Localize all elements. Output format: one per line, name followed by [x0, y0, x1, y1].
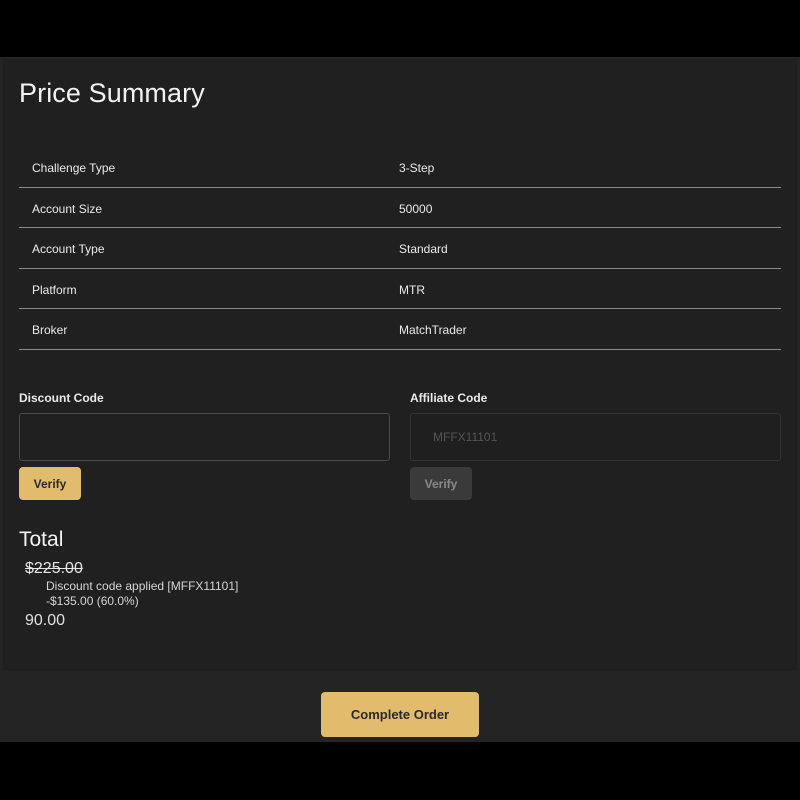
summary-table: Challenge Type 3-Step Account Size 50000… [19, 147, 781, 350]
summary-label: Broker [32, 323, 68, 338]
original-price: $225.00 [25, 560, 83, 577]
discount-amount-text: -$135.00 (60.0%) [46, 594, 139, 608]
summary-value: 50000 [399, 201, 433, 216]
summary-value: Standard [399, 242, 448, 257]
summary-label: Platform [32, 282, 77, 297]
summary-value: MTR [399, 282, 425, 297]
affiliate-verify-button: Verify [410, 467, 472, 500]
discount-applied-text: Discount code applied [MFFX11101] [46, 579, 239, 593]
affiliate-code-input [410, 413, 781, 461]
summary-value: 3-Step [399, 161, 435, 175]
summary-label: Challenge Type [32, 161, 116, 175]
page-title: Price Summary [19, 78, 205, 108]
summary-row-challenge-type: Challenge Type 3-Step [19, 147, 781, 188]
summary-row-account-type: Account Type Standard [19, 228, 781, 269]
total-heading: Total [19, 528, 64, 551]
summary-row-platform: Platform MTR [19, 269, 781, 310]
complete-order-button[interactable]: Complete Order [321, 692, 479, 737]
summary-row-broker: Broker MatchTrader [19, 309, 781, 350]
final-price: 90.00 [25, 612, 66, 629]
summary-label: Account Type [32, 242, 105, 257]
discount-code-input[interactable] [19, 413, 390, 461]
discount-code-label: Discount Code [19, 391, 104, 405]
summary-label: Account Size [32, 201, 103, 216]
discount-verify-button[interactable]: Verify [19, 467, 81, 500]
affiliate-code-label: Affiliate Code [410, 391, 488, 405]
summary-value: MatchTrader [399, 323, 467, 338]
summary-row-account-size: Account Size 50000 [19, 188, 781, 229]
